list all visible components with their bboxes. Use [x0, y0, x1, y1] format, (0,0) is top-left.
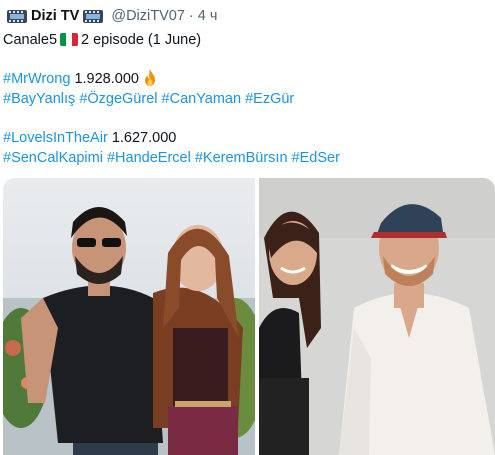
viewers-count: 1.928.000 [74, 71, 139, 87]
show2-ratings-line: #LovelsInTheAir 1.627.000 [3, 128, 176, 148]
hashtag-link[interactable]: #MrWrong [3, 71, 70, 87]
episode-info: 2 episode (1 June) [81, 32, 202, 48]
show1-ratings-line: #MrWrong 1.928.000 [3, 69, 157, 89]
hashtag-link[interactable]: #HandeErcel [107, 150, 191, 166]
tweet-time[interactable]: 4 ч [198, 8, 218, 24]
meta-separator: · [188, 8, 194, 24]
account-handle[interactable]: @DiziTV07 [111, 8, 185, 24]
viewers-count: 1.627.000 [111, 130, 177, 146]
channel-name: Canale5 [3, 32, 58, 48]
media-photo-mrwrong[interactable] [3, 178, 255, 455]
show1-hashtags-line: #BayYanlış #ÖzgeGürel #CanYaman #EzGür [3, 89, 294, 109]
account-name[interactable]: Dizi TV [31, 8, 79, 24]
hashtag-link[interactable]: #ÖzgeGürel [79, 91, 157, 107]
hashtag-link[interactable]: #EdSer [292, 150, 340, 166]
hashtag-link[interactable]: #LovelsInTheAir [3, 130, 108, 146]
tv-icon [7, 9, 27, 23]
channel-line: Canale5 2 episode (1 June) [3, 30, 201, 50]
italy-flag-icon [60, 33, 79, 46]
hashtag-link[interactable]: #CanYaman [162, 91, 242, 107]
tweet: Dizi TV @DiziTV07 · 4 ч Canale5 2 episode… [0, 0, 495, 455]
media-photo-loveisintheair[interactable] [259, 178, 495, 455]
hashtag-link[interactable]: #KeremBürsın [195, 150, 288, 166]
show2-hashtags-line: #SenCalKapimi #HandeErcel #KeremBürsın #… [3, 148, 340, 168]
hashtag-link[interactable]: #EzGür [245, 91, 294, 107]
hashtag-link[interactable]: #BayYanlış [3, 91, 75, 107]
tweet-header: Dizi TV @DiziTV07 · 4 ч [3, 6, 217, 26]
tweet-media [3, 178, 495, 455]
tv-icon [83, 9, 104, 23]
hashtag-link[interactable]: #SenCalKapimi [3, 150, 103, 166]
fire-icon [144, 69, 155, 86]
